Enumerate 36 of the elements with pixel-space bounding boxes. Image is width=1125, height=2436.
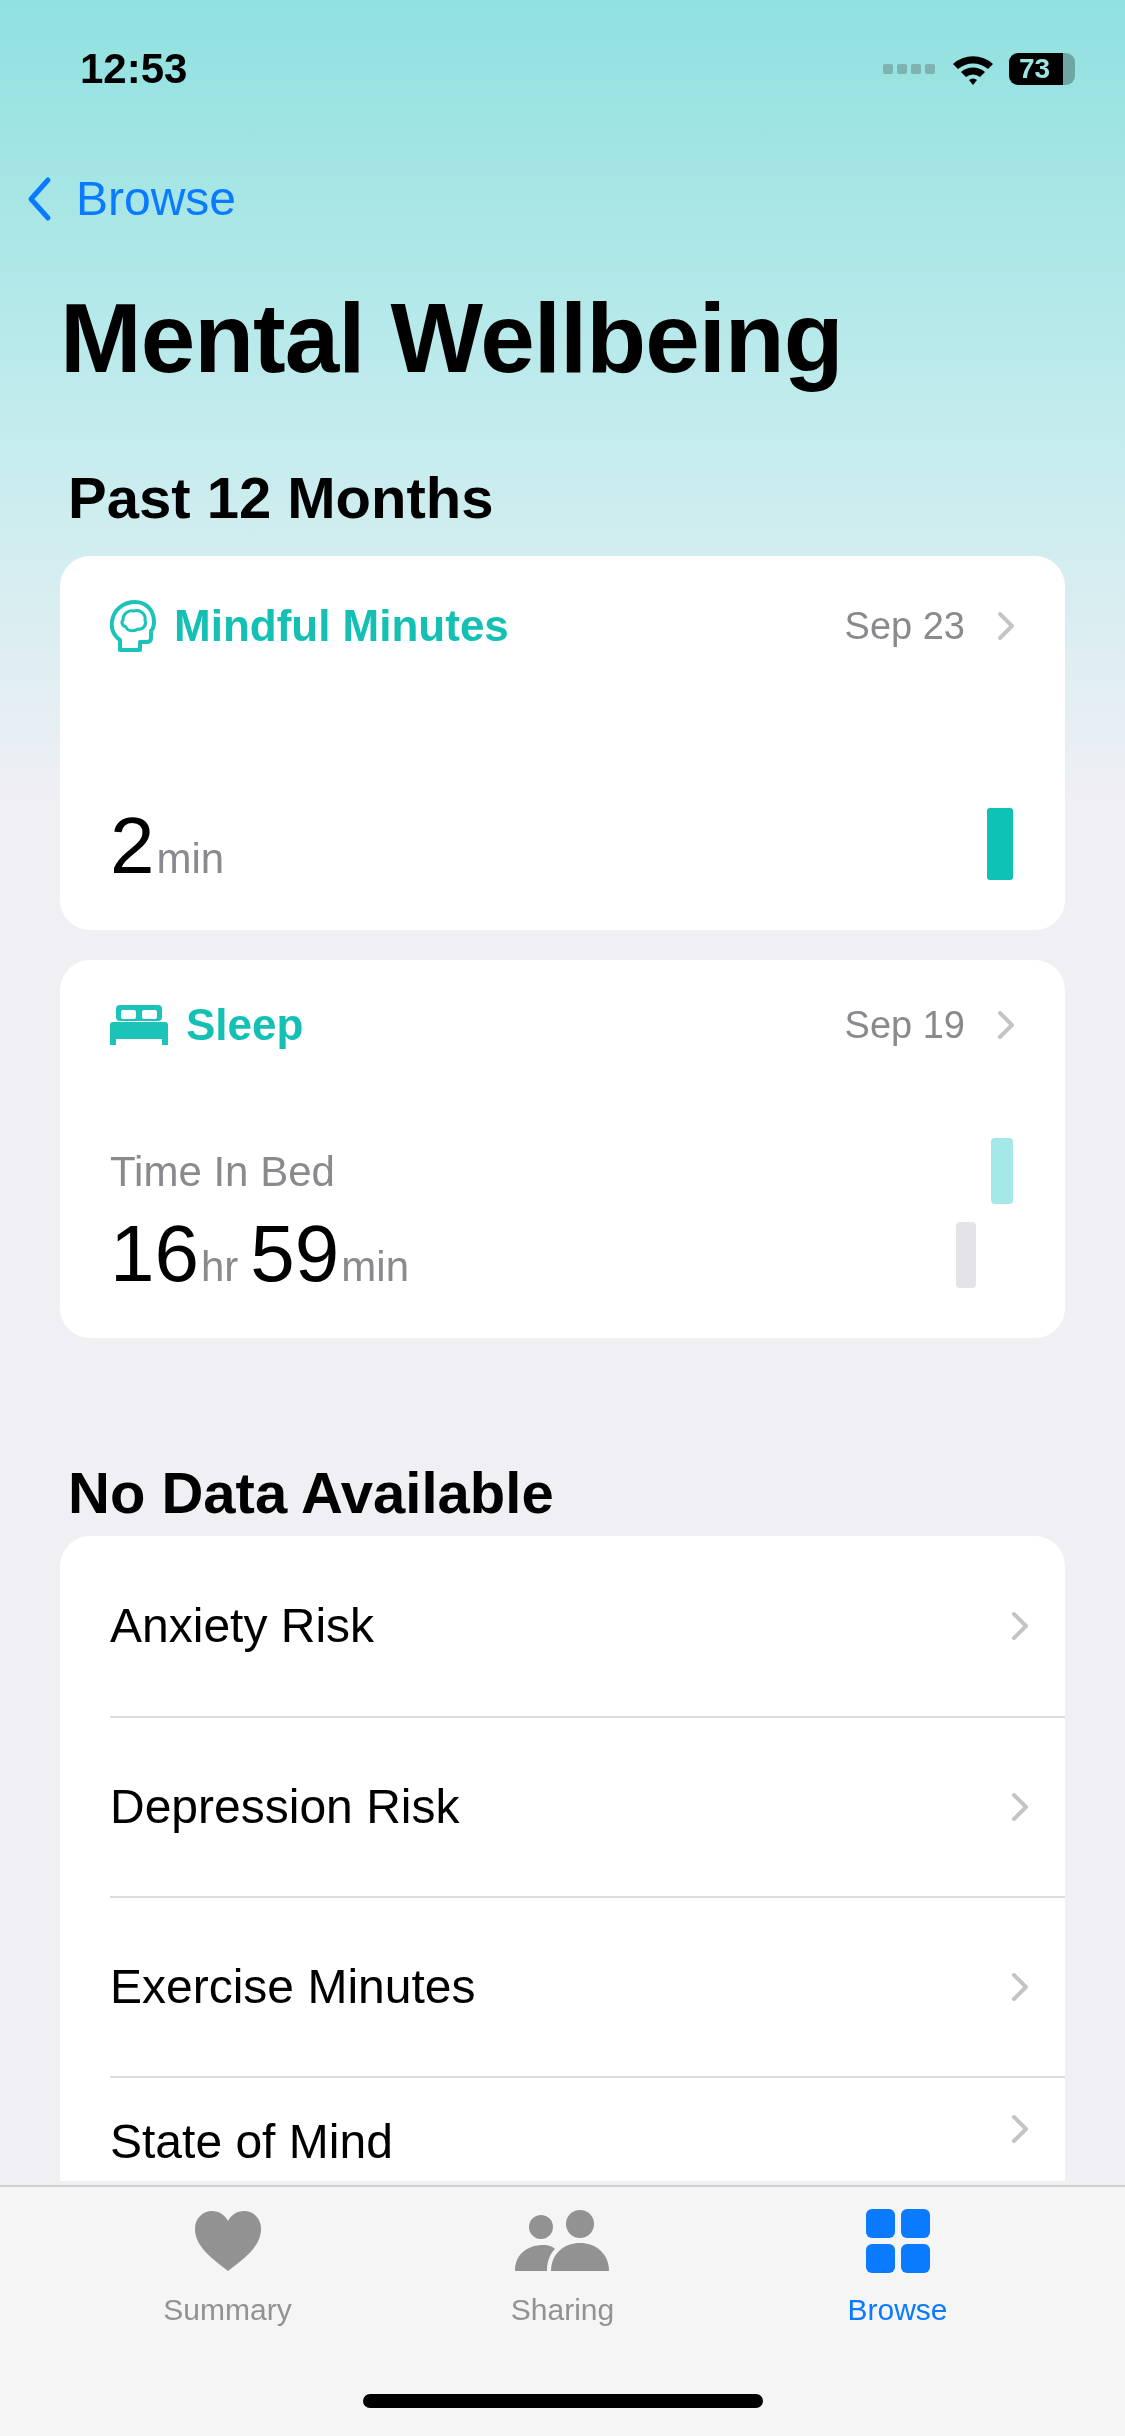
tab[interactable]: Browse [777, 2209, 1018, 2327]
card-date: Sep 19 [844, 1003, 965, 1047]
list-item[interactable]: Exercise Minutes [110, 1896, 1065, 2076]
section-heading: No Data Available [68, 1459, 555, 1528]
summary-card[interactable]: Mindful Minutes Sep 23 2min [60, 556, 1065, 931]
status-time: 12:53 [80, 45, 188, 93]
metric-value: 16 [110, 1214, 199, 1295]
metric-value: 59 [250, 1214, 340, 1295]
metric-unit: hr [201, 1243, 239, 1292]
chevron-icon [997, 1010, 1015, 1041]
grid-icon [865, 2209, 930, 2273]
section-heading: Past 12 Months [68, 463, 495, 532]
chevron-icon [997, 611, 1015, 642]
card-title: Mindful Minutes [174, 601, 509, 652]
list-item[interactable]: Depression Risk [110, 1716, 1065, 1896]
list-item[interactable]: State of Mind [110, 2076, 1065, 2181]
metric-unit: min [341, 1243, 409, 1292]
heart-icon [192, 2209, 263, 2273]
chevron-icon [1011, 1972, 1029, 2002]
list-item[interactable]: Anxiety Risk [110, 1536, 1065, 1716]
bed-icon [110, 1005, 168, 1046]
battery-percentage: 73 [1019, 55, 1051, 83]
head-brain-icon [110, 600, 156, 653]
chevron-icon [1011, 1611, 1029, 1641]
chevron-icon [1011, 1792, 1029, 1822]
summary-card[interactable]: Sleep Sep 19 Time In Bed 16hr 59min [60, 960, 1065, 1339]
metric-unit: min [156, 835, 225, 884]
page-title: Mental Wellbeing [60, 285, 844, 393]
card-date: Sep 23 [844, 604, 965, 648]
card-title: Sleep [186, 1000, 304, 1051]
cellular-signal-icon [883, 63, 937, 75]
people-icon [514, 2209, 611, 2273]
metric-value: 2 [110, 806, 155, 887]
chevron-icon [1011, 2114, 1029, 2144]
card-subtitle: Time In Bed [110, 1148, 336, 1197]
back-chevron-icon [26, 175, 52, 222]
